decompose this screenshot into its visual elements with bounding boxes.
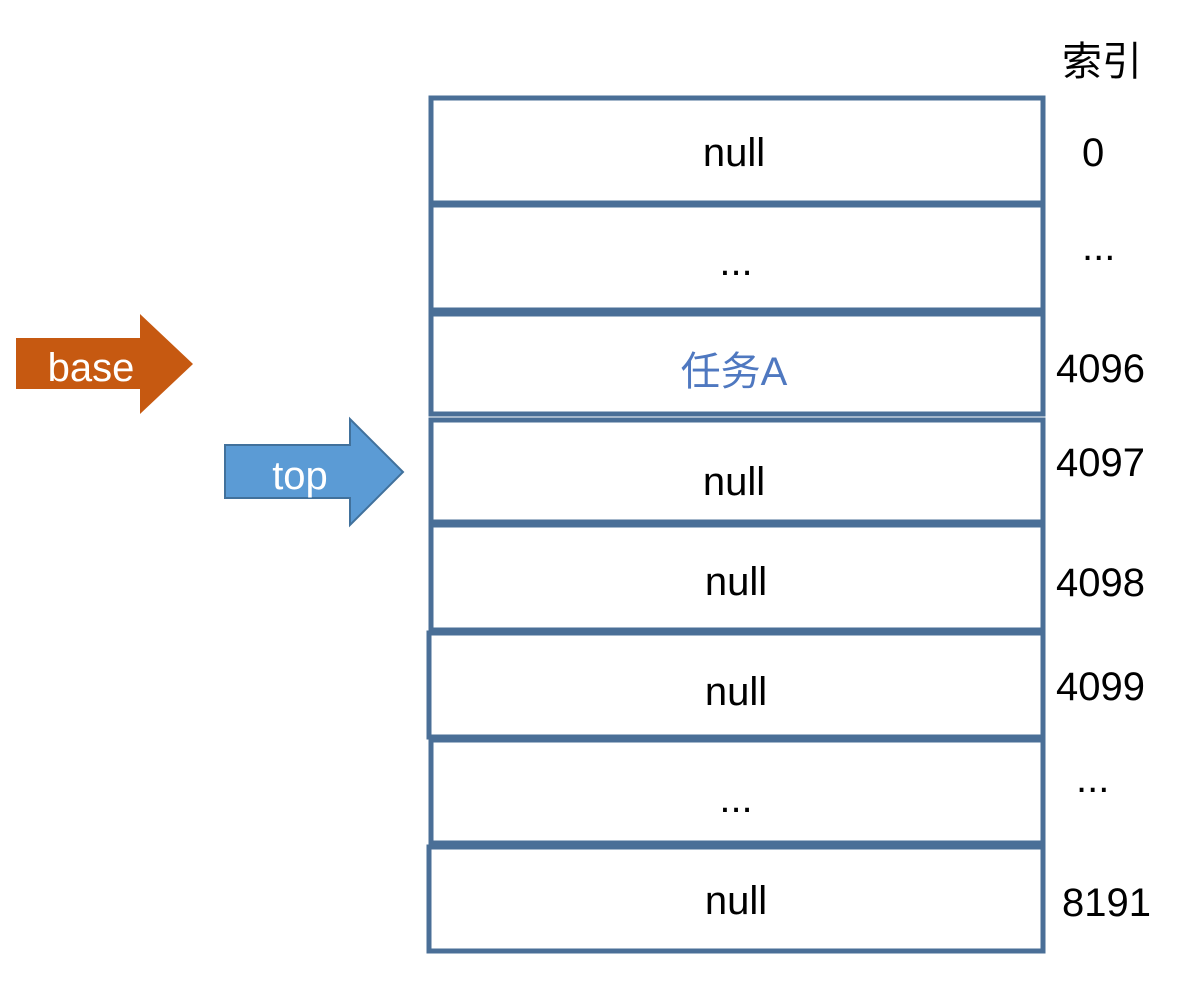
index-label: 4097 [1056, 441, 1145, 485]
array-cell: null [426, 630, 1046, 740]
array-cell: null [428, 522, 1046, 633]
cell-value: null [705, 560, 767, 604]
array-cell: null [426, 844, 1046, 954]
base-arrow-label: base [48, 346, 135, 390]
index-header: 索引 [1062, 39, 1142, 85]
index-label: ... [1076, 757, 1109, 801]
base-pointer-arrow: base [16, 314, 193, 414]
array-cells: null ... 任务A null null null ... null [426, 95, 1046, 954]
index-labels: 0 ... 4096 4097 4098 4099 ... 8191 [1056, 131, 1151, 925]
array-cell: null [428, 417, 1046, 525]
cell-value: ... [719, 240, 752, 284]
index-label: 0 [1082, 131, 1104, 175]
deque-array-diagram: 索引 null ... 任务A null null null ... null … [16, 39, 1151, 954]
cell-value: 任务A [681, 350, 788, 394]
top-arrow-label: top [272, 454, 328, 498]
cell-value: null [703, 460, 765, 504]
array-cell: ... [428, 202, 1046, 313]
index-label: 4098 [1056, 561, 1145, 605]
array-cell: null [428, 95, 1046, 206]
cell-value: null [705, 670, 767, 714]
cell-value: null [705, 879, 767, 923]
top-pointer-arrow: top [224, 416, 405, 528]
array-cell: ... [428, 737, 1046, 846]
index-label: 4099 [1056, 665, 1145, 709]
index-label: 8191 [1062, 881, 1151, 925]
cell-value: null [703, 131, 765, 175]
cell-value: ... [719, 777, 752, 821]
array-cell: 任务A [428, 311, 1046, 417]
index-label: ... [1082, 225, 1115, 269]
index-label: 4096 [1056, 347, 1145, 391]
